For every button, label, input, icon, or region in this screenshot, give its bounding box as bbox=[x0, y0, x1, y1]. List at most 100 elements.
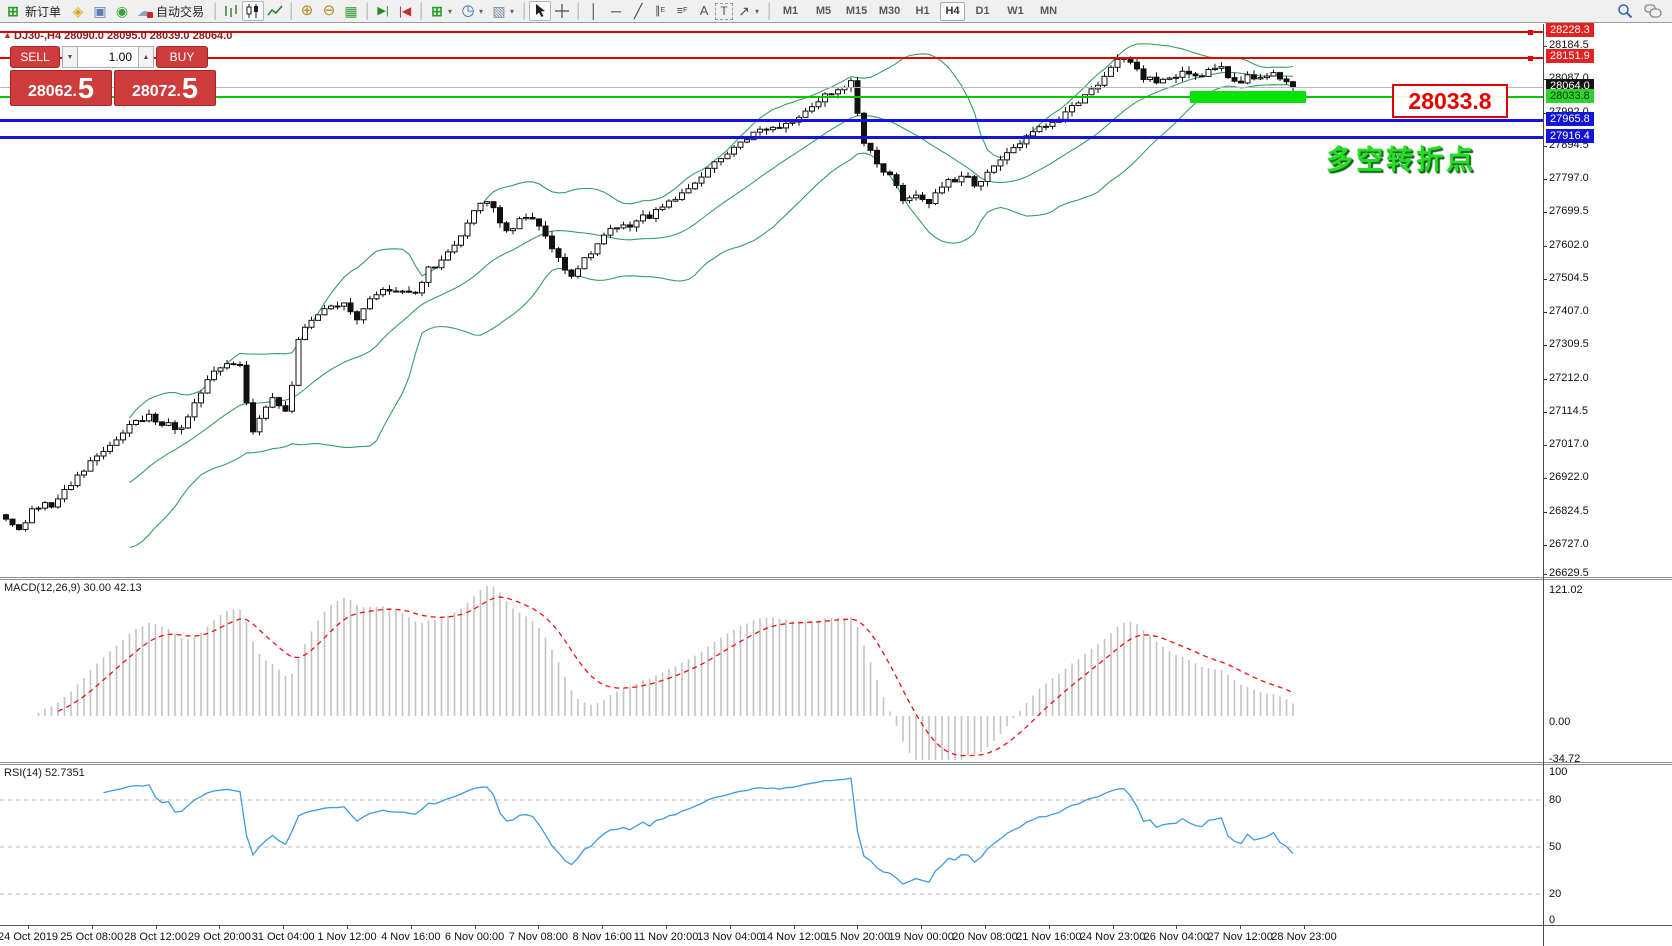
rsi-label: RSI(14) 52.7351 bbox=[4, 767, 85, 779]
sell-price-pips: 5 bbox=[77, 73, 95, 105]
chart-canvas[interactable] bbox=[0, 0, 1543, 946]
price-tick-label: 26727.0 bbox=[1549, 538, 1589, 550]
price-tick-mark bbox=[1543, 312, 1547, 313]
price-tick-label: 26629.5 bbox=[1549, 567, 1589, 579]
time-tick-mark bbox=[1176, 925, 1178, 929]
price-tick-label: 27114.5 bbox=[1549, 405, 1588, 417]
price-tick-label: 27017.0 bbox=[1549, 438, 1589, 450]
price-tick-mark bbox=[1543, 279, 1547, 280]
rsi-axis-label: 0 bbox=[1549, 914, 1556, 926]
time-axis-label: 1 Nov 12:00 bbox=[317, 931, 377, 943]
buy-price-main: 28072. bbox=[131, 83, 181, 100]
one-click-trading-panel: SELL ▼ ▲ BUY 28062.5 28072.5 bbox=[10, 46, 216, 106]
price-level-badge: 27916.4 bbox=[1546, 129, 1594, 143]
time-tick-mark bbox=[1240, 925, 1242, 929]
horizontal-level-line[interactable] bbox=[0, 119, 1543, 122]
pane-separator[interactable] bbox=[0, 579, 1672, 580]
time-axis-label: 7 Nov 08:00 bbox=[508, 931, 569, 943]
time-axis-label: 24 Nov 23:00 bbox=[1079, 931, 1146, 943]
price-tick-label: 27309.5 bbox=[1549, 338, 1589, 350]
price-tick-mark bbox=[1543, 146, 1547, 147]
price-tick-mark bbox=[1543, 478, 1547, 479]
price-tick-label: 26824.5 bbox=[1549, 505, 1589, 517]
time-axis-label: 31 Oct 04:00 bbox=[251, 931, 315, 943]
price-tick-mark bbox=[1543, 379, 1547, 380]
sell-button[interactable]: SELL bbox=[10, 46, 60, 68]
price-tick-mark bbox=[1543, 345, 1547, 346]
price-tick-mark bbox=[1543, 512, 1547, 513]
price-tick-label: 27602.0 bbox=[1549, 239, 1589, 251]
macd-axis-label: 121.02 bbox=[1549, 584, 1583, 596]
symbol-ohlc-header: DJ30-,H4 28090.0 28095.0 28039.0 28064.0 bbox=[14, 30, 233, 42]
time-tick-mark bbox=[857, 925, 859, 929]
time-axis-label: 13 Nov 04:00 bbox=[697, 931, 763, 943]
volume-input[interactable] bbox=[78, 46, 138, 68]
sell-price-main: 28062. bbox=[27, 83, 77, 100]
volume-decrease-button[interactable]: ▼ bbox=[62, 46, 78, 68]
price-tick-label: 26922.0 bbox=[1549, 471, 1589, 483]
buy-button[interactable]: BUY bbox=[156, 46, 208, 68]
pane-separator[interactable] bbox=[0, 577, 1672, 578]
time-tick-mark bbox=[793, 925, 795, 929]
time-tick-mark bbox=[1112, 925, 1114, 929]
time-tick-mark bbox=[91, 925, 93, 929]
macd-axis-label: 0.00 bbox=[1549, 716, 1571, 728]
price-tick-mark bbox=[1543, 445, 1547, 446]
buy-price-pips: 5 bbox=[181, 73, 199, 105]
time-axis-label: 20 Nov 08:00 bbox=[952, 931, 1018, 943]
price-level-badge: 28033.8 bbox=[1546, 89, 1594, 103]
price-tick-label: 27699.5 bbox=[1549, 205, 1589, 217]
time-axis-label: 28 Oct 12:00 bbox=[124, 931, 188, 943]
time-axis-label: 27 Nov 12:00 bbox=[1207, 931, 1273, 943]
time-tick-mark bbox=[1048, 925, 1050, 929]
time-axis-label: 21 Nov 16:00 bbox=[1016, 931, 1082, 943]
volume-increase-button[interactable]: ▲ bbox=[138, 46, 154, 68]
pane-separator[interactable] bbox=[0, 762, 1672, 763]
rsi-axis-label: 20 bbox=[1549, 888, 1562, 900]
price-axis-border bbox=[1543, 24, 1544, 946]
time-tick-mark bbox=[921, 925, 923, 929]
price-tick-mark bbox=[1543, 179, 1547, 180]
time-tick-mark bbox=[347, 925, 348, 929]
time-tick-mark bbox=[474, 925, 476, 929]
time-axis-label: 11 Nov 20:00 bbox=[633, 931, 699, 943]
price-level-badge: 27965.8 bbox=[1546, 112, 1594, 126]
sell-price[interactable]: 28062. 5 bbox=[10, 70, 112, 106]
time-axis-label: 26 Nov 04:00 bbox=[1143, 931, 1210, 943]
horizontal-level-line[interactable] bbox=[0, 96, 1543, 98]
pane-separator[interactable] bbox=[0, 764, 1672, 765]
time-axis-label: 6 Nov 00:00 bbox=[444, 931, 505, 943]
trade-panel-collapse-icon[interactable]: ▲ bbox=[3, 30, 12, 40]
buy-price[interactable]: 28072. 5 bbox=[114, 70, 216, 106]
time-axis-label: 15 Nov 20:00 bbox=[824, 931, 891, 943]
price-tick-label: 27504.5 bbox=[1549, 272, 1589, 284]
time-axis-label: 8 Nov 16:00 bbox=[572, 931, 632, 943]
rsi-axis-label: 80 bbox=[1549, 794, 1562, 806]
macd-axis-label: -34.72 bbox=[1549, 753, 1581, 765]
horizontal-level-line[interactable] bbox=[0, 87, 1543, 88]
time-tick-mark bbox=[538, 925, 540, 929]
time-axis-border bbox=[0, 925, 1672, 926]
price-tick-mark bbox=[1543, 545, 1547, 546]
time-tick-mark bbox=[410, 925, 412, 929]
time-tick-mark bbox=[985, 925, 986, 929]
time-axis-label: 14 Nov 12:00 bbox=[760, 931, 827, 943]
time-axis-label: 28 Nov 23:00 bbox=[1271, 931, 1337, 943]
search-icon[interactable] bbox=[1614, 1, 1636, 21]
mt4-window: ⊞ 新订单 ◈ ▣ ◉ ☁ 自动交易 ⊕ ⊖ ▦ ▶| |◀ ⊞ ▾ ◷ ▾ ▧… bbox=[0, 0, 1672, 946]
time-tick-mark bbox=[28, 925, 29, 929]
line-handle[interactable] bbox=[1528, 56, 1533, 61]
line-handle[interactable] bbox=[1528, 30, 1533, 35]
macd-label: MACD(12,26,9) 30.00 42.13 bbox=[4, 582, 142, 594]
time-tick-mark bbox=[219, 925, 221, 929]
horizontal-level-line[interactable] bbox=[0, 136, 1543, 139]
chat-icon[interactable] bbox=[1642, 1, 1664, 21]
time-tick-mark bbox=[666, 925, 667, 929]
turning-point-note[interactable]: 多空转折点 bbox=[1326, 138, 1476, 177]
price-annotation-box[interactable]: 28033.8 bbox=[1392, 84, 1508, 118]
rsi-axis-label: 100 bbox=[1549, 766, 1568, 778]
price-tick-mark bbox=[1543, 246, 1547, 247]
support-highlight-bar[interactable] bbox=[1190, 91, 1306, 103]
time-tick-mark bbox=[729, 925, 731, 929]
horizontal-level-line[interactable] bbox=[0, 57, 1543, 59]
